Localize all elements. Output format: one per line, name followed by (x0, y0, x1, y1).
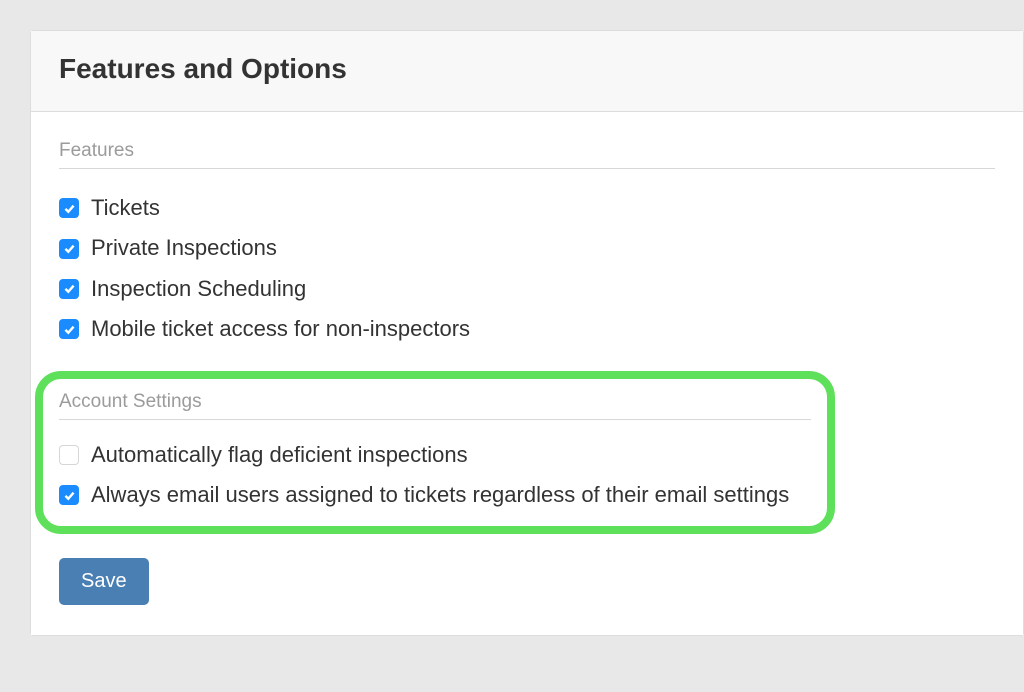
option-always-email-users: Always email users assigned to tickets r… (59, 482, 811, 508)
check-icon (63, 323, 76, 336)
section-heading-features: Features (59, 140, 995, 169)
account-settings-highlight: Account Settings Automatically flag defi… (35, 371, 835, 535)
option-inspection-scheduling: Inspection Scheduling (59, 276, 995, 302)
checkbox-always-email-users[interactable] (59, 485, 79, 505)
option-label: Always email users assigned to tickets r… (91, 482, 789, 508)
option-label: Inspection Scheduling (91, 276, 306, 302)
features-options-panel: Features and Options Features Tickets Pr… (30, 30, 1024, 636)
checkbox-tickets[interactable] (59, 198, 79, 218)
checkbox-auto-flag-deficient[interactable] (59, 445, 79, 465)
checkbox-inspection-scheduling[interactable] (59, 279, 79, 299)
check-icon (63, 242, 76, 255)
panel-body: Features Tickets Private Inspections (31, 112, 1023, 635)
option-auto-flag-deficient: Automatically flag deficient inspections (59, 442, 811, 468)
option-tickets: Tickets (59, 195, 995, 221)
option-label: Mobile ticket access for non-inspectors (91, 316, 470, 342)
option-mobile-ticket-access: Mobile ticket access for non-inspectors (59, 316, 995, 342)
check-icon (63, 202, 76, 215)
panel-title: Features and Options (59, 53, 995, 85)
option-label: Tickets (91, 195, 160, 221)
checkbox-private-inspections[interactable] (59, 239, 79, 259)
option-label: Automatically flag deficient inspections (91, 442, 468, 468)
check-icon (63, 489, 76, 502)
checkbox-mobile-ticket-access[interactable] (59, 319, 79, 339)
save-button[interactable]: Save (59, 558, 149, 605)
features-list: Tickets Private Inspections Inspection S… (59, 195, 995, 343)
panel-header: Features and Options (31, 31, 1023, 112)
section-heading-account: Account Settings (59, 391, 811, 420)
option-label: Private Inspections (91, 235, 277, 261)
option-private-inspections: Private Inspections (59, 235, 995, 261)
check-icon (63, 282, 76, 295)
